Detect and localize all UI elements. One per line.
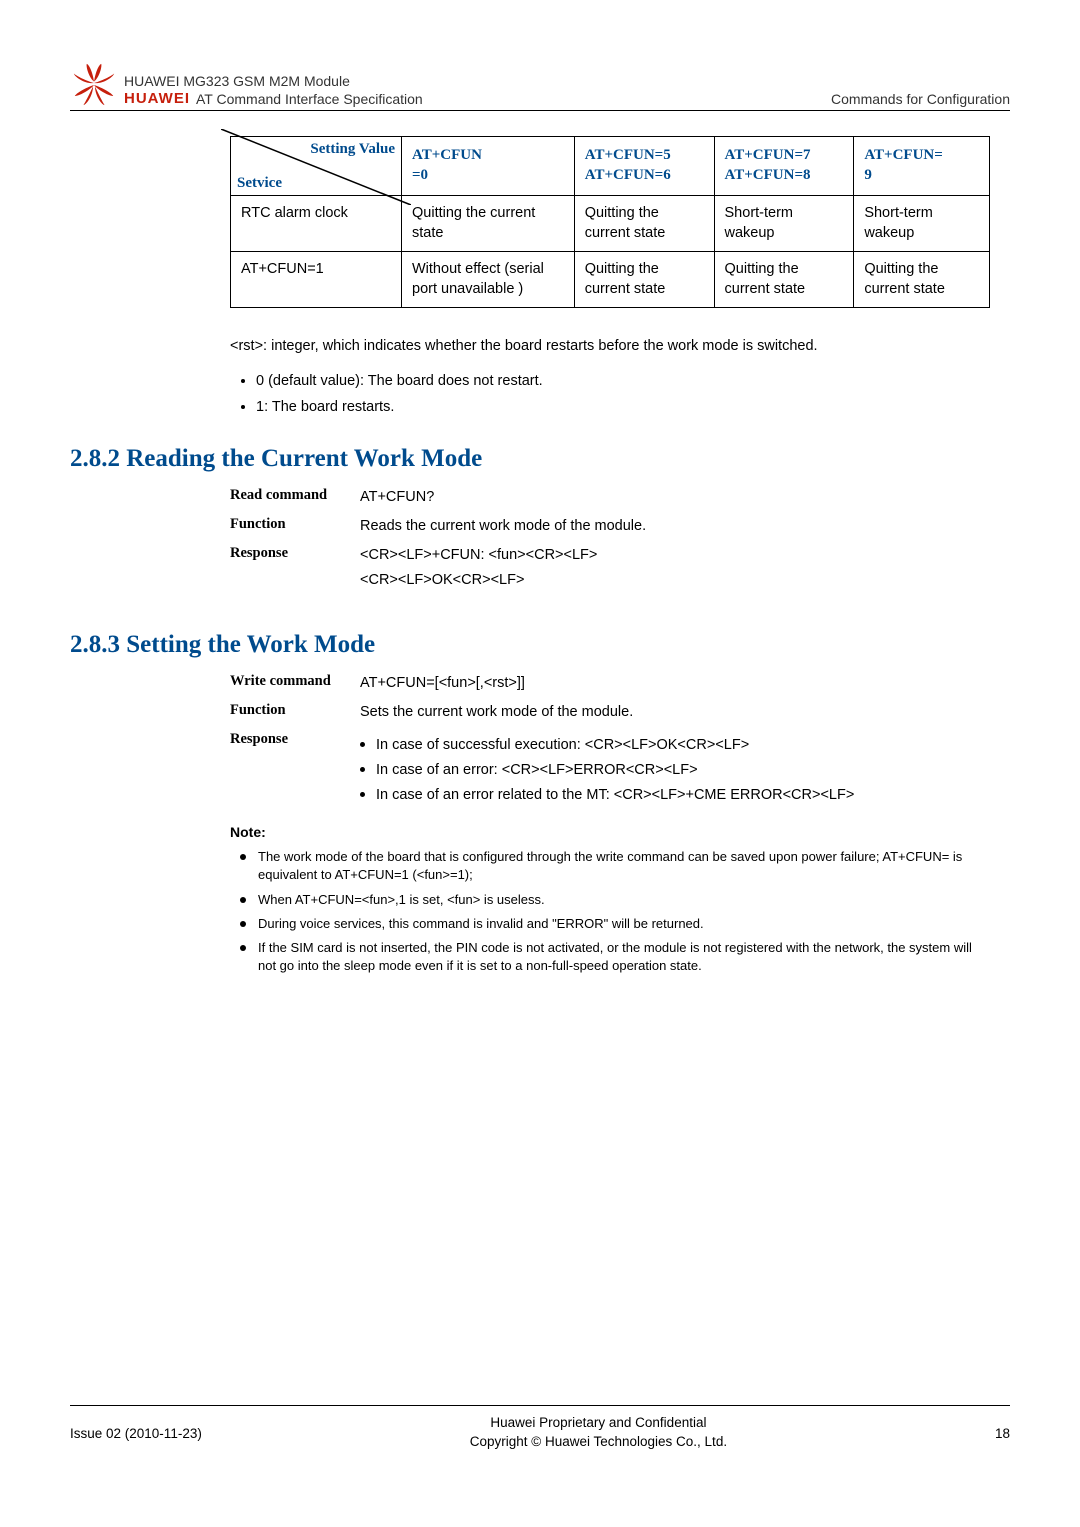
footer-page-number: 18: [995, 1426, 1010, 1441]
kv-function: Function Sets the current work mode of t…: [230, 702, 990, 723]
kv-read-command: Read command AT+CFUN?: [230, 487, 990, 508]
brand-name: HUAWEI: [124, 90, 190, 108]
list-item: During voice services, this command is i…: [240, 915, 990, 933]
rst-paragraph: <rst>: integer, which indicates whether …: [230, 336, 990, 356]
list-item: When AT+CFUN=<fun>,1 is set, <fun> is us…: [240, 891, 990, 909]
kv-response: Response <CR><LF>+CFUN: <fun><CR><LF> <C…: [230, 545, 990, 591]
section-heading-283: 2.8.3 Setting the Work Mode: [70, 631, 1010, 659]
list-item: 1: The board restarts.: [256, 397, 990, 417]
header-right: Commands for Configuration: [831, 91, 1010, 108]
header-left: HUAWEI MG323 GSM M2M Module HUAWEI AT Co…: [70, 60, 423, 108]
footer-left: Issue 02 (2010-11-23): [70, 1426, 202, 1441]
product-name: HUAWEI MG323 GSM M2M Module: [124, 73, 423, 90]
list-item: In case of an error: <CR><LF>ERROR<CR><L…: [360, 760, 854, 781]
doc-subtitle: AT Command Interface Specification: [196, 91, 423, 108]
notes-list: The work mode of the board that is confi…: [240, 848, 990, 975]
col-header: AT+CFUN=5 AT+CFUN=6: [574, 137, 714, 196]
page-header: HUAWEI MG323 GSM M2M Module HUAWEI AT Co…: [70, 60, 1010, 111]
note-label: Note:: [230, 824, 990, 840]
list-item: The work mode of the board that is confi…: [240, 848, 990, 884]
kv-response: Response In case of successful execution…: [230, 731, 990, 810]
section-heading-282: 2.8.2 Reading the Current Work Mode: [70, 445, 1010, 473]
col-header: AT+CFUN= 9: [854, 137, 990, 196]
list-item: If the SIM card is not inserted, the PIN…: [240, 939, 990, 975]
table-row: RTC alarm clock Quitting the current sta…: [231, 196, 990, 252]
page-footer: Issue 02 (2010-11-23) Huawei Proprietary…: [70, 1405, 1010, 1452]
huawei-logo-icon: [70, 60, 118, 108]
kv-write-command: Write command AT+CFUN=[<fun>[,<rst>]]: [230, 673, 990, 694]
footer-middle: Huawei Proprietary and Confidential Copy…: [470, 1414, 727, 1452]
col-header: AT+CFUN =0: [402, 137, 575, 196]
header-setting-value: Setting Value: [310, 139, 395, 159]
diagonal-header-cell: Setting Value Setvice: [231, 137, 401, 195]
list-item: In case of an error related to the MT: <…: [360, 785, 854, 806]
rst-bullet-list: 0 (default value): The board does not re…: [256, 371, 990, 418]
header-service: Setvice: [237, 173, 282, 193]
settings-table: Setting Value Setvice AT+CFUN =0 AT+CFUN…: [230, 136, 990, 308]
brand-block: HUAWEI MG323 GSM M2M Module HUAWEI AT Co…: [124, 73, 423, 108]
list-item: In case of successful execution: <CR><LF…: [360, 735, 854, 756]
list-item: 0 (default value): The board does not re…: [256, 371, 990, 391]
col-header: AT+CFUN=7 AT+CFUN=8: [714, 137, 854, 196]
table-row: AT+CFUN=1 Without effect (serial port un…: [231, 252, 990, 308]
kv-function: Function Reads the current work mode of …: [230, 516, 990, 537]
